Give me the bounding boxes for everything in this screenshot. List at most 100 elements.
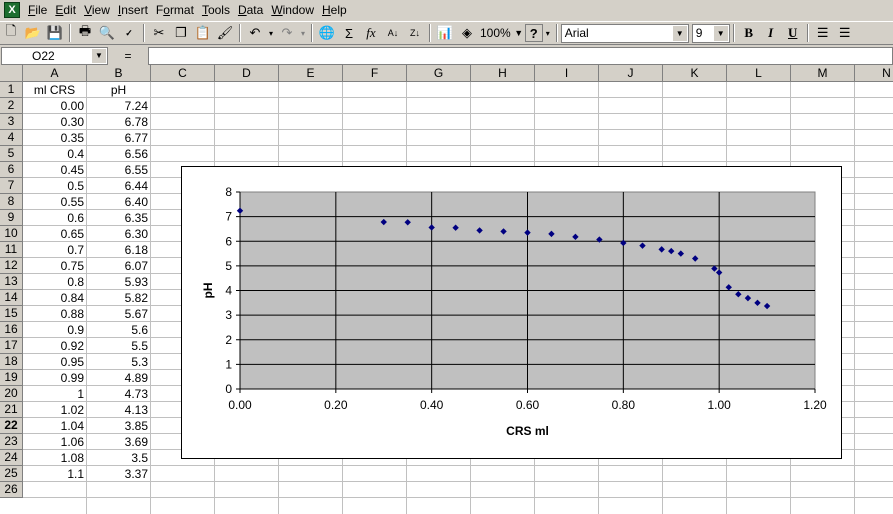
- redo-icon[interactable]: ↷: [276, 22, 298, 44]
- cell-b22[interactable]: 3.85: [87, 418, 150, 434]
- row-header-12[interactable]: 12: [0, 258, 23, 274]
- row-header-11[interactable]: 11: [0, 242, 23, 258]
- cell-a8[interactable]: 0.55: [23, 194, 86, 210]
- save-icon[interactable]: 💾: [44, 22, 66, 44]
- underline-button[interactable]: U: [782, 22, 804, 44]
- copy-icon[interactable]: ❐: [170, 22, 192, 44]
- row-header-23[interactable]: 23: [0, 434, 23, 450]
- cell-b8[interactable]: 6.40: [87, 194, 150, 210]
- cell-b15[interactable]: 5.67: [87, 306, 150, 322]
- cell-a2[interactable]: 0.00: [23, 98, 86, 114]
- column-header-n[interactable]: N: [855, 65, 893, 82]
- cell-b10[interactable]: 6.30: [87, 226, 150, 242]
- undo-icon[interactable]: ↶: [244, 22, 266, 44]
- help-dropdown-icon[interactable]: ▾: [543, 22, 553, 44]
- cut-icon[interactable]: ✂: [148, 22, 170, 44]
- font-name-combo[interactable]: Arial ▼: [560, 23, 689, 43]
- menu-format[interactable]: Format: [152, 1, 198, 19]
- row-header-3[interactable]: 3: [0, 114, 23, 130]
- chevron-down-icon[interactable]: ▼: [713, 25, 728, 41]
- menu-help[interactable]: Help: [318, 1, 351, 19]
- row-header-21[interactable]: 21: [0, 402, 23, 418]
- column-header-d[interactable]: D: [215, 65, 279, 82]
- cell-a19[interactable]: 0.99: [23, 370, 86, 386]
- formula-equals-button[interactable]: =: [108, 49, 148, 63]
- cell-b13[interactable]: 5.93: [87, 274, 150, 290]
- name-box[interactable]: O22 ▼: [1, 46, 108, 65]
- excel-app-icon[interactable]: X: [4, 2, 20, 18]
- cell-a20[interactable]: 1: [23, 386, 86, 402]
- row-header-20[interactable]: 20: [0, 386, 23, 402]
- cell-b6[interactable]: 6.55: [87, 162, 150, 178]
- column-header-k[interactable]: K: [663, 65, 727, 82]
- web-globe-icon[interactable]: 🌐: [316, 22, 338, 44]
- zoom-value[interactable]: 100%: [478, 24, 513, 43]
- cell-a22[interactable]: 1.04: [23, 418, 86, 434]
- chevron-down-icon[interactable]: ▼: [92, 48, 106, 63]
- row-header-7[interactable]: 7: [0, 178, 23, 194]
- cell-a21[interactable]: 1.02: [23, 402, 86, 418]
- chart-wizard-icon[interactable]: 📊: [434, 22, 456, 44]
- menu-insert[interactable]: Insert: [114, 1, 152, 19]
- print-preview-icon[interactable]: 🔍: [96, 22, 118, 44]
- row-header-24[interactable]: 24: [0, 450, 23, 466]
- cell-a16[interactable]: 0.9: [23, 322, 86, 338]
- column-header-g[interactable]: G: [407, 65, 471, 82]
- bold-button[interactable]: B: [738, 22, 760, 44]
- row-header-8[interactable]: 8: [0, 194, 23, 210]
- cell-a23[interactable]: 1.06: [23, 434, 86, 450]
- cell-a10[interactable]: 0.65: [23, 226, 86, 242]
- cell-b17[interactable]: 5.5: [87, 338, 150, 354]
- cell-a15[interactable]: 0.88: [23, 306, 86, 322]
- row-header-6[interactable]: 6: [0, 162, 23, 178]
- column-header-a[interactable]: A: [23, 65, 87, 82]
- menu-view[interactable]: View: [80, 1, 114, 19]
- row-header-14[interactable]: 14: [0, 290, 23, 306]
- column-header-j[interactable]: J: [599, 65, 663, 82]
- column-header-e[interactable]: E: [279, 65, 343, 82]
- column-header-m[interactable]: M: [791, 65, 855, 82]
- cell-b7[interactable]: 6.44: [87, 178, 150, 194]
- cell-a11[interactable]: 0.7: [23, 242, 86, 258]
- autosum-icon[interactable]: Σ: [338, 22, 360, 44]
- cell-a25[interactable]: 1.1: [23, 466, 86, 482]
- cell-b5[interactable]: 6.56: [87, 146, 150, 162]
- cell-b9[interactable]: 6.35: [87, 210, 150, 226]
- row-header-4[interactable]: 4: [0, 130, 23, 146]
- cell-a1[interactable]: ml CRS: [23, 82, 86, 98]
- row-header-26[interactable]: 26: [0, 482, 23, 498]
- row-header-5[interactable]: 5: [0, 146, 23, 162]
- embedded-chart[interactable]: 0 1 2 3 4 5 6 7 8 0.00 0.20 0.40 0.60 0.80 1.00 1.20 CRS…: [181, 166, 842, 459]
- cell-b24[interactable]: 3.5: [87, 450, 150, 466]
- cell-b23[interactable]: 3.69: [87, 434, 150, 450]
- cell-a5[interactable]: 0.4: [23, 146, 86, 162]
- column-header-i[interactable]: I: [535, 65, 599, 82]
- cell-b11[interactable]: 6.18: [87, 242, 150, 258]
- sort-ascending-icon[interactable]: A↓: [382, 22, 404, 44]
- cell-a18[interactable]: 0.95: [23, 354, 86, 370]
- column-header-h[interactable]: H: [471, 65, 535, 82]
- font-size-combo[interactable]: 9 ▼: [691, 23, 730, 43]
- cell-b14[interactable]: 5.82: [87, 290, 150, 306]
- row-header-13[interactable]: 13: [0, 274, 23, 290]
- cell-b12[interactable]: 6.07: [87, 258, 150, 274]
- format-painter-icon[interactable]: 🖌: [214, 22, 236, 44]
- cell-a17[interactable]: 0.92: [23, 338, 86, 354]
- select-all-corner[interactable]: [0, 65, 23, 82]
- redo-dropdown-icon[interactable]: ▾: [298, 22, 308, 44]
- row-header-9[interactable]: 9: [0, 210, 23, 226]
- menu-edit[interactable]: Edit: [51, 1, 80, 19]
- cell-b20[interactable]: 4.73: [87, 386, 150, 402]
- row-header-19[interactable]: 19: [0, 370, 23, 386]
- row-header-16[interactable]: 16: [0, 322, 23, 338]
- row-header-22[interactable]: 22: [0, 418, 23, 434]
- print-icon[interactable]: 🖶: [74, 22, 96, 44]
- drawing-icon[interactable]: ◈: [456, 22, 478, 44]
- cell-b25[interactable]: 3.37: [87, 466, 150, 482]
- cell-a4[interactable]: 0.35: [23, 130, 86, 146]
- row-header-1[interactable]: 1: [0, 82, 23, 98]
- cell-a6[interactable]: 0.45: [23, 162, 86, 178]
- zoom-dropdown-icon[interactable]: ▼: [513, 22, 525, 44]
- column-header-l[interactable]: L: [727, 65, 791, 82]
- menu-window[interactable]: Window: [267, 1, 318, 19]
